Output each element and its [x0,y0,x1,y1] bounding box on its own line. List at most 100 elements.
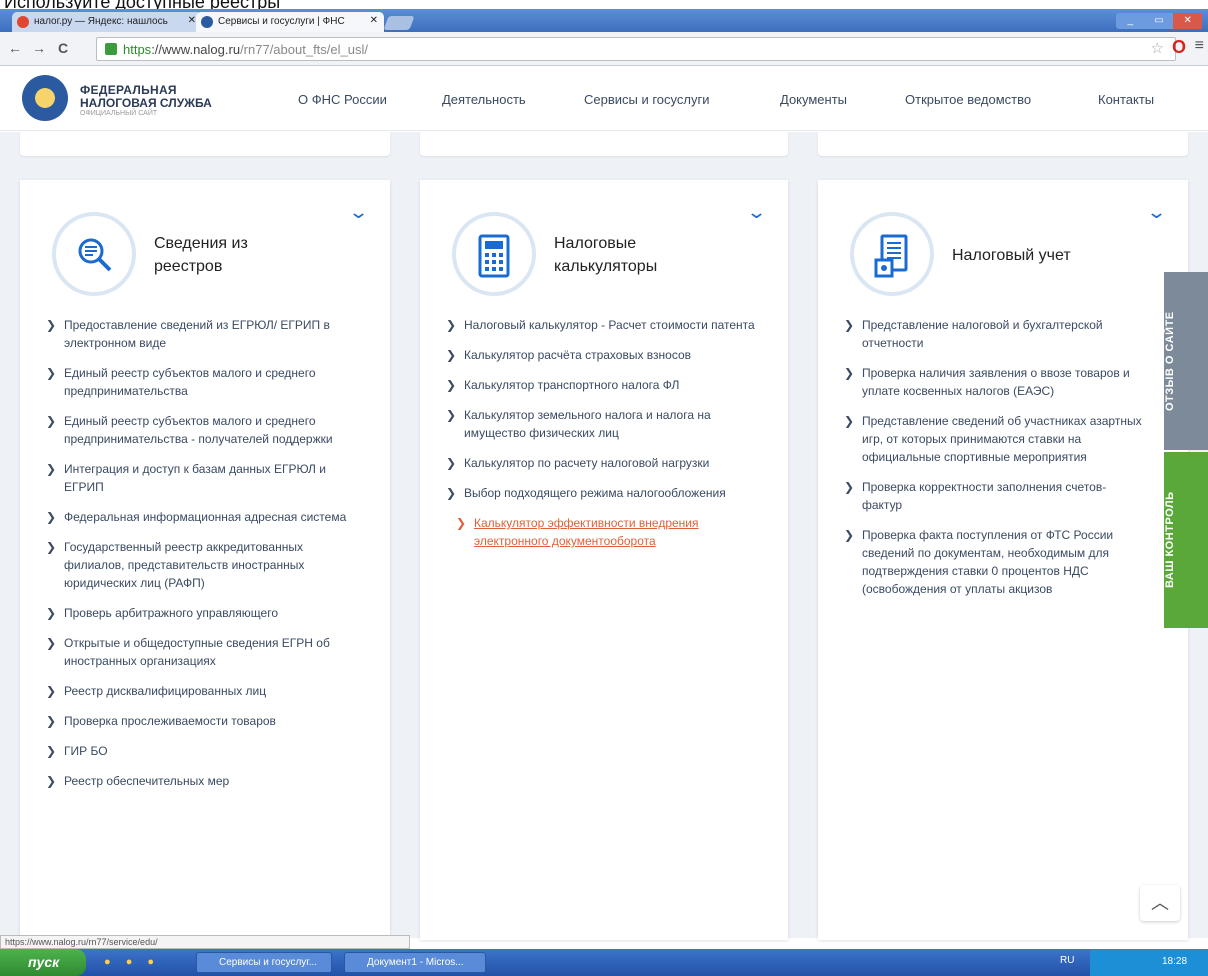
card-title: Налоговый учет [952,244,1071,267]
url-path: /rn77/about_fts/el_usl/ [240,42,368,57]
new-tab-button[interactable] [383,16,415,30]
tab-label: Сервисы и госуслуги | ФНС [218,16,345,27]
url-host: ://www.nalog.ru [151,42,241,57]
taskbar-item-browser[interactable]: Сервисы и госуслуг... [196,952,332,973]
chevron-right-icon: ❯ [46,714,57,728]
opera-logo-icon[interactable]: O [1172,37,1186,58]
status-bar-url: https://www.nalog.ru/rn77/service/edu/ [0,935,410,949]
lock-icon [105,43,117,55]
quick-launch-icons[interactable]: ● ● ● [104,956,160,968]
maximize-button[interactable]: ▭ [1145,13,1174,29]
calculator-icon [452,212,536,296]
chevron-right-icon: ❯ [46,462,57,476]
card-title-line: Сведения из [154,235,248,252]
your-control-side-tab[interactable]: ВАШ КОНТРОЛЬ [1164,452,1208,628]
start-button[interactable]: пуск [0,949,86,976]
close-tab-icon[interactable]: ✕ [188,15,196,26]
window-controls: _ ▭ ✕ [1116,13,1203,29]
browser-toolbar: ← → C https://www.nalog.ru/rn77/about_ft… [0,32,1208,66]
chevron-right-icon: ❯ [446,486,457,500]
close-window-button[interactable]: ✕ [1173,13,1203,29]
chevron-right-icon: ❯ [46,540,57,554]
expand-chevron-icon[interactable]: ⌄ [746,202,767,223]
scroll-to-top-button[interactable]: ︿ [1140,885,1180,921]
expand-chevron-icon[interactable]: ⌄ [1146,202,1167,223]
chevron-right-icon: ❯ [844,366,855,380]
nav-services[interactable]: Сервисы и госуслуги [584,92,709,107]
taskbar-item-word[interactable]: Документ1 - Micros... [344,952,486,973]
browser-titlebar: налог.ру — Яндекс: нашлось ✕ Сервисы и г… [0,9,1208,32]
browser-tab-yandex[interactable]: налог.ру — Яндекс: нашлось ✕ [12,12,202,32]
card-title-line: калькуляторы [554,258,658,275]
bookmark-star-icon[interactable]: ☆ [1151,39,1164,57]
list-item[interactable]: ❯ Единый реестр субъектов малого и средне… [46,364,366,400]
site-header: ФЕДЕРАЛЬНАЯ НАЛОГОВАЯ СЛУЖБА ОФИЦИАЛЬНЫЙ… [0,67,1208,131]
list-item[interactable]: ❯ Реестр дисквалифицированных лиц [46,682,366,700]
list-item[interactable]: ❯ Калькулятор по расчету налоговой нагруз… [446,454,766,472]
list-item[interactable]: ❯ Калькулятор расчёта страховых взносов [446,346,766,364]
calculators-list: ❯ Налоговый калькулятор - Расчет стоимост… [446,316,766,562]
clock: 18:28 [1162,956,1188,967]
registries-list: ❯ Предоставление сведений из ЕГРЮЛ/ ЕГРИП… [46,316,366,802]
yandex-favicon-icon [17,16,29,28]
list-item[interactable]: ❯ Калькулятор земельного налога и налога … [446,406,766,442]
fns-emblem-icon[interactable] [22,75,68,121]
list-item[interactable]: ❯ Единый реестр субъектов малого и средне… [46,412,366,448]
card-title: Сведения из реестров [154,232,248,278]
feedback-side-tab[interactable]: ОТЗЫВ О САЙТЕ [1164,272,1208,450]
list-item[interactable]: ❯ Реестр обеспечительных мер [46,772,366,790]
list-item-active[interactable]: ❯ Калькулятор эффективности внедрения эле… [456,514,766,550]
list-item[interactable]: ❯ Выбор подходящего режима налогообложени… [446,484,766,502]
expand-chevron-icon[interactable]: ⌄ [348,202,369,223]
list-item[interactable]: ❯ Налоговый калькулятор - Расчет стоимост… [446,316,766,334]
browser-menu-icon[interactable]: ≡ [1195,37,1204,55]
list-item[interactable]: ❯ Представление налоговой и бухгалтерской… [844,316,1144,352]
list-item[interactable]: ❯ Представление сведений об участниках аз… [844,412,1144,466]
list-item[interactable]: ❯ Проверка наличия заявления о ввозе това… [844,364,1144,400]
nav-about[interactable]: О ФНС России [298,92,387,107]
forward-arrow-icon[interactable]: → [32,40,46,56]
back-arrow-icon[interactable]: ← [8,40,22,56]
language-indicator[interactable]: RU [1060,955,1074,966]
list-item[interactable]: ❯ Проверка прослеживаемости товаров [46,712,366,730]
chevron-right-icon: ❯ [446,348,457,362]
chevron-right-icon: ❯ [46,318,57,332]
chevron-right-icon: ❯ [46,684,57,698]
list-item[interactable]: ❯ Калькулятор транспортного налога ФЛ [446,376,766,394]
list-item[interactable]: ❯ Федеральная информационная адресная сис… [46,508,366,526]
registry-search-icon [52,212,136,296]
chevron-right-icon: ❯ [46,774,57,788]
chevron-right-icon: ❯ [46,366,57,380]
nav-contacts[interactable]: Контакты [1098,92,1154,107]
list-item[interactable]: ❯ Государственный реестр аккредитованных … [46,538,366,592]
chevron-right-icon: ❯ [446,408,457,422]
list-item[interactable]: ❯ ГИР БО [46,742,366,760]
nav-documents[interactable]: Документы [780,92,847,107]
nalog-favicon-icon [201,16,213,28]
brand-line-2: НАЛОГОВАЯ СЛУЖБА [80,96,212,110]
brand-line-3: ОФИЦИАЛЬНЫЙ САЙТ [80,110,158,117]
tax-accounting-list: ❯ Представление налоговой и бухгалтерской… [844,316,1144,610]
minimize-button[interactable]: _ [1116,13,1145,29]
chevron-right-icon: ❯ [46,510,57,524]
chevron-right-icon: ❯ [446,378,457,392]
system-tray: 18:28 [1090,949,1208,976]
list-item[interactable]: ❯ Интеграция и доступ к базам данных ЕГРЮ… [46,460,366,496]
chevron-right-icon: ❯ [844,528,855,542]
services-content: ⌄ Сведения из реестров ❯ Предоставление с… [0,132,1208,940]
chevron-right-icon: ❯ [46,744,57,758]
list-item[interactable]: ❯ Проверка факта поступления от ФТС Росси… [844,526,1144,598]
address-bar[interactable]: https://www.nalog.ru/rn77/about_fts/el_u… [96,37,1176,61]
card-registries: ⌄ Сведения из реестров ❯ Предоставление с… [20,180,390,940]
list-item[interactable]: ❯ Предоставление сведений из ЕГРЮЛ/ ЕГРИП… [46,316,366,352]
list-item[interactable]: ❯ Проверка корректности заполнения счетов… [844,478,1144,514]
document-caption-strip: Используйте доступные реестры [0,0,1208,9]
list-item[interactable]: ❯ Открытые и общедоступные сведения ЕГРН … [46,634,366,670]
close-tab-icon[interactable]: ✕ [370,15,378,26]
nav-open-agency[interactable]: Открытое ведомство [905,92,1031,107]
chevron-right-icon: ❯ [844,480,855,494]
reload-icon[interactable]: C [58,40,68,56]
nav-activity[interactable]: Деятельность [442,92,526,107]
browser-tab-nalog[interactable]: Сервисы и госуслуги | ФНС ✕ [196,12,384,32]
list-item[interactable]: ❯ Проверь арбитражного управляющего [46,604,366,622]
